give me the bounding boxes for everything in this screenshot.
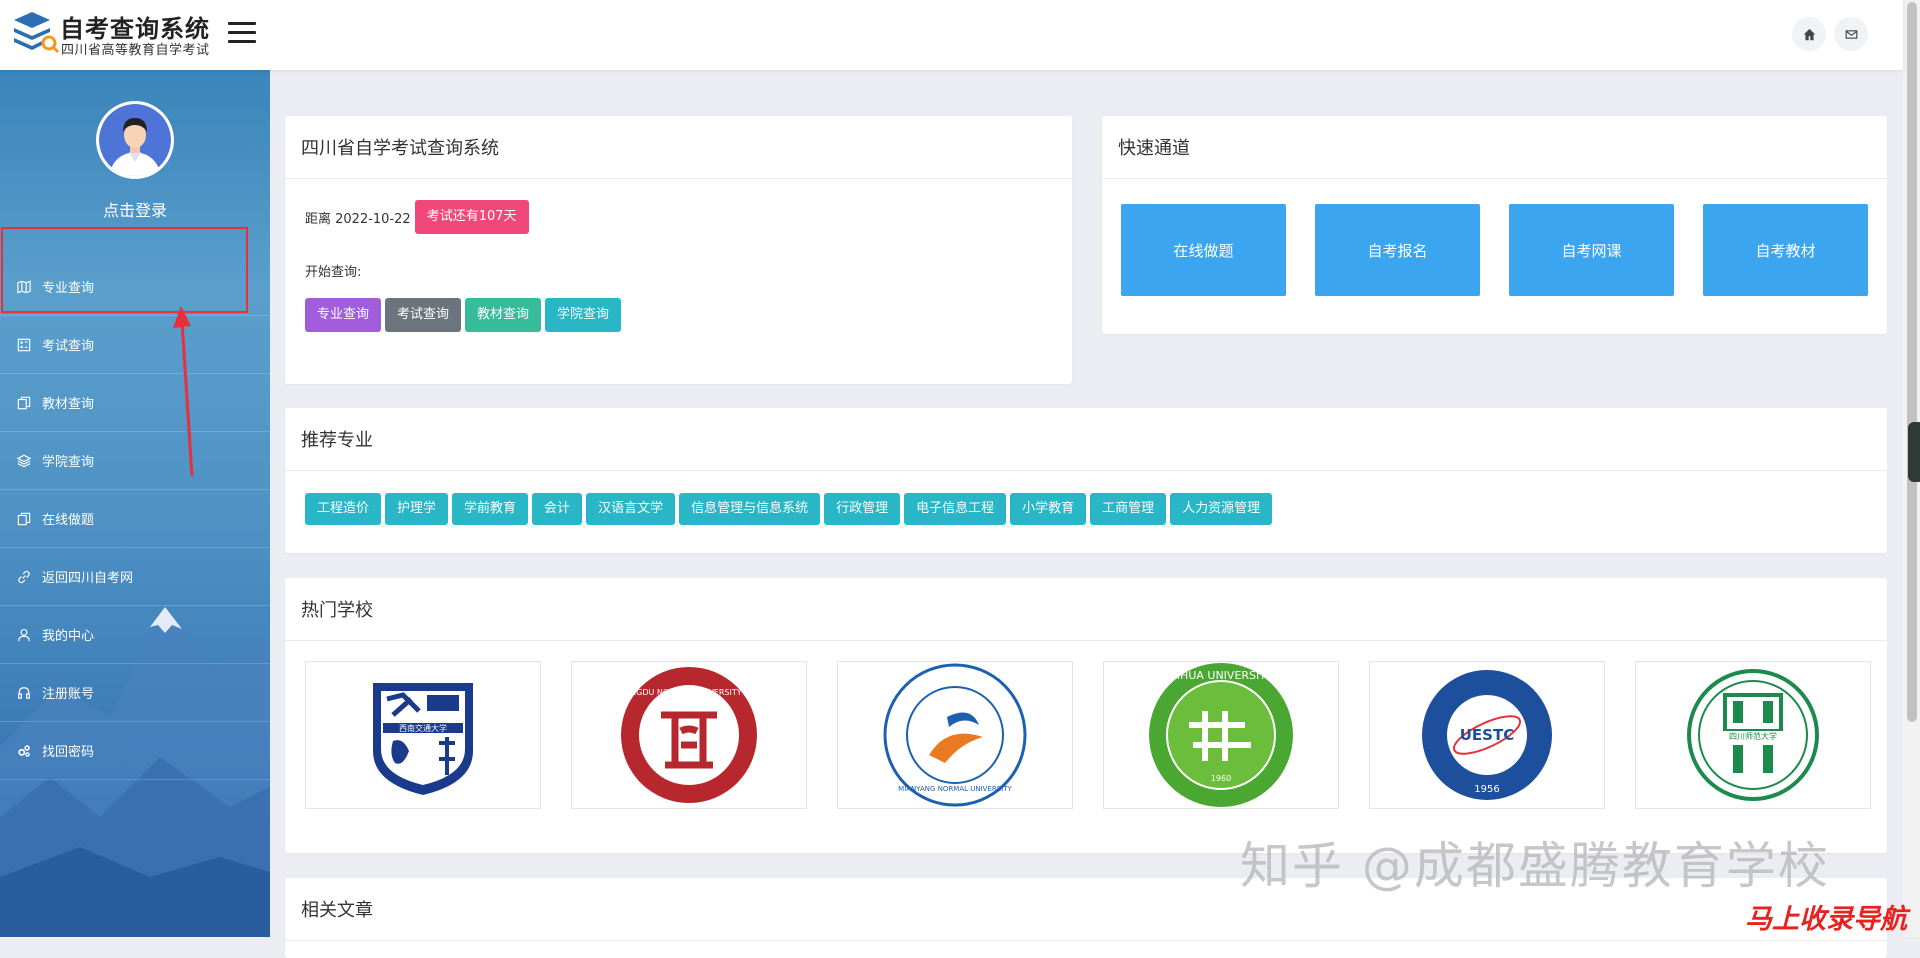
- sidebar-menu: 专业查询 考试查询 教材查询 学院查询 在线做题 返回四川自考网 我的中心 注册…: [0, 258, 270, 780]
- sidebar-item-exam-query[interactable]: 考试查询: [0, 316, 270, 374]
- top-bar: 自考查询系统 四川省高等教育自学考试: [0, 0, 1903, 70]
- sidebar-item-label: 返回四川自考网: [42, 571, 134, 586]
- svg-text:1956: 1956: [1474, 784, 1499, 795]
- school-card-mynu[interactable]: MIANYANG NORMAL UNIVERSITY: [837, 661, 1073, 809]
- mynu-logo: MIANYANG NORMAL UNIVERSITY: [883, 663, 1027, 807]
- mail-icon[interactable]: [1834, 17, 1868, 51]
- uestc-logo: UESTC 1956: [1422, 670, 1552, 800]
- sidebar-item-label: 我的中心: [42, 629, 95, 644]
- brand-subtitle: 四川省高等教育自学考试: [61, 43, 210, 58]
- major-tag[interactable]: 人力资源管理: [1170, 493, 1273, 525]
- quick-access-card: 快速通道 在线做题 自考报名 自考网课 自考教材: [1102, 116, 1887, 334]
- swjtu-logo: 西南交通大学: [373, 683, 473, 795]
- recommended-majors-card: 推荐专业 工程造价 护理学 学前教育 会计 汉语言文学 信息管理与信息系统 行政…: [285, 408, 1887, 553]
- sidebar-item-recover-password[interactable]: 找回密码: [0, 722, 270, 780]
- cdnu-logo: CHENGDU NORMAL UNIVERSITY 1955: [619, 667, 759, 803]
- major-tag[interactable]: 护理学: [385, 493, 449, 525]
- sidebar-item-online-practice[interactable]: 在线做题: [0, 490, 270, 548]
- textbook-query-button[interactable]: 教材查询: [465, 298, 542, 332]
- layers-icon: [16, 453, 32, 469]
- sidebar-item-college-query[interactable]: 学院查询: [0, 432, 270, 490]
- sidebar-item-register[interactable]: 注册账号: [0, 664, 270, 722]
- major-tag[interactable]: 电子信息工程: [904, 493, 1007, 525]
- svg-text:四川师范大学: 四川师范大学: [1729, 731, 1777, 741]
- sidebar-item-label: 找回密码: [42, 745, 95, 760]
- quick-registration-button[interactable]: 自考报名: [1315, 204, 1480, 296]
- annotation-arrow: [173, 306, 194, 477]
- login-link[interactable]: 点击登录: [0, 197, 270, 221]
- recommended-majors-title: 推荐专业: [285, 408, 1887, 471]
- sidebar: 点击登录 专业查询 考试查询 教材查询 学院查询 在线做题 返回四川自考网 我的: [0, 70, 270, 937]
- sidebar-item-label: 注册账号: [42, 687, 95, 702]
- major-tag[interactable]: 汉语言文学: [586, 493, 676, 525]
- school-card-sicnu[interactable]: 四川师范大学: [1635, 661, 1871, 809]
- sidebar-item-my-center[interactable]: 我的中心: [0, 606, 270, 664]
- sidebar-item-label: 在线做题: [42, 513, 95, 528]
- logo-icon[interactable]: [10, 10, 60, 58]
- major-query-button[interactable]: 专业查询: [305, 298, 382, 332]
- school-card-uestc[interactable]: UESTC 1956: [1369, 661, 1605, 809]
- sidebar-item-label: 学院查询: [42, 455, 95, 470]
- corner-watermark: 马上收录导航: [1745, 904, 1907, 935]
- school-card-swjtu[interactable]: 西南交通大学: [305, 661, 541, 809]
- query-card-title: 四川省自学考试查询系统: [285, 116, 1072, 179]
- quick-online-course-button[interactable]: 自考网课: [1509, 204, 1674, 296]
- headset-icon: [16, 685, 32, 701]
- calendar-icon: [16, 337, 32, 353]
- quick-textbook-button[interactable]: 自考教材: [1703, 204, 1868, 296]
- major-tag[interactable]: 工商管理: [1090, 493, 1167, 525]
- major-tag[interactable]: 会计: [532, 493, 583, 525]
- watermark: 知乎 @成都盛腾教育学校: [1240, 837, 1830, 895]
- hot-schools-card: 热门学校 西南交通大学 CHENGDU NORMAL UNIVERSITY 19…: [285, 578, 1887, 853]
- major-tag[interactable]: 学前教育: [452, 493, 529, 525]
- svg-text:1960: 1960: [1211, 774, 1231, 783]
- floating-side-handle[interactable]: [1908, 422, 1920, 482]
- quick-access-title: 快速通道: [1102, 116, 1887, 179]
- sidebar-item-label: 教材查询: [42, 397, 95, 412]
- gears-icon: [16, 743, 32, 759]
- query-card: 四川省自学考试查询系统 距离 2022-10-22 考试还有107天 开始查询:…: [285, 116, 1072, 384]
- countdown-badge: 考试还有107天: [414, 200, 529, 234]
- copy-icon: [16, 511, 32, 527]
- quick-online-practice-button[interactable]: 在线做题: [1121, 204, 1286, 296]
- svg-text:UESTC: UESTC: [1460, 726, 1514, 744]
- hot-schools-title: 热门学校: [285, 578, 1887, 641]
- exam-query-button[interactable]: 考试查询: [385, 298, 462, 332]
- scrollbar-thumb[interactable]: [1907, 2, 1917, 722]
- sicnu-logo: 四川师范大学: [1687, 669, 1819, 801]
- link-icon: [16, 569, 32, 585]
- major-tag[interactable]: 工程造价: [305, 493, 382, 525]
- query-buttons: 专业查询 考试查询 教材查询 学院查询: [305, 298, 625, 332]
- svg-text:XIHUA UNIVERSITY: XIHUA UNIVERSITY: [1169, 669, 1273, 682]
- copy-icon: [16, 395, 32, 411]
- major-tag[interactable]: 信息管理与信息系统: [679, 493, 821, 525]
- menu-toggle-icon[interactable]: [228, 22, 256, 46]
- svg-text:西南交通大学: 西南交通大学: [399, 723, 447, 733]
- user-icon: [16, 627, 32, 643]
- xhu-logo: XIHUA UNIVERSITY 1960: [1149, 663, 1293, 807]
- home-icon[interactable]: [1792, 17, 1826, 51]
- svg-text:MIANYANG NORMAL UNIVERSITY: MIANYANG NORMAL UNIVERSITY: [898, 785, 1012, 793]
- avatar[interactable]: [96, 101, 174, 179]
- sidebar-item-label: 考试查询: [42, 339, 95, 354]
- start-query-label: 开始查询:: [305, 265, 362, 280]
- school-card-cdnu[interactable]: CHENGDU NORMAL UNIVERSITY 1955: [571, 661, 807, 809]
- college-query-button[interactable]: 学院查询: [545, 298, 622, 332]
- exam-date-label: 距离 2022-10-22: [305, 211, 411, 227]
- major-tag[interactable]: 行政管理: [824, 493, 901, 525]
- major-tag[interactable]: 小学教育: [1010, 493, 1087, 525]
- major-tags: 工程造价 护理学 学前教育 会计 汉语言文学 信息管理与信息系统 行政管理 电子…: [305, 493, 1276, 525]
- sidebar-item-return-site[interactable]: 返回四川自考网: [0, 548, 270, 606]
- svg-text:CHENGDU NORMAL UNIVERSITY 1955: CHENGDU NORMAL UNIVERSITY 1955: [619, 688, 759, 697]
- annotation-highlight-box: [1, 227, 248, 313]
- sidebar-item-textbook-query[interactable]: 教材查询: [0, 374, 270, 432]
- school-card-xhu[interactable]: XIHUA UNIVERSITY 1960: [1103, 661, 1339, 809]
